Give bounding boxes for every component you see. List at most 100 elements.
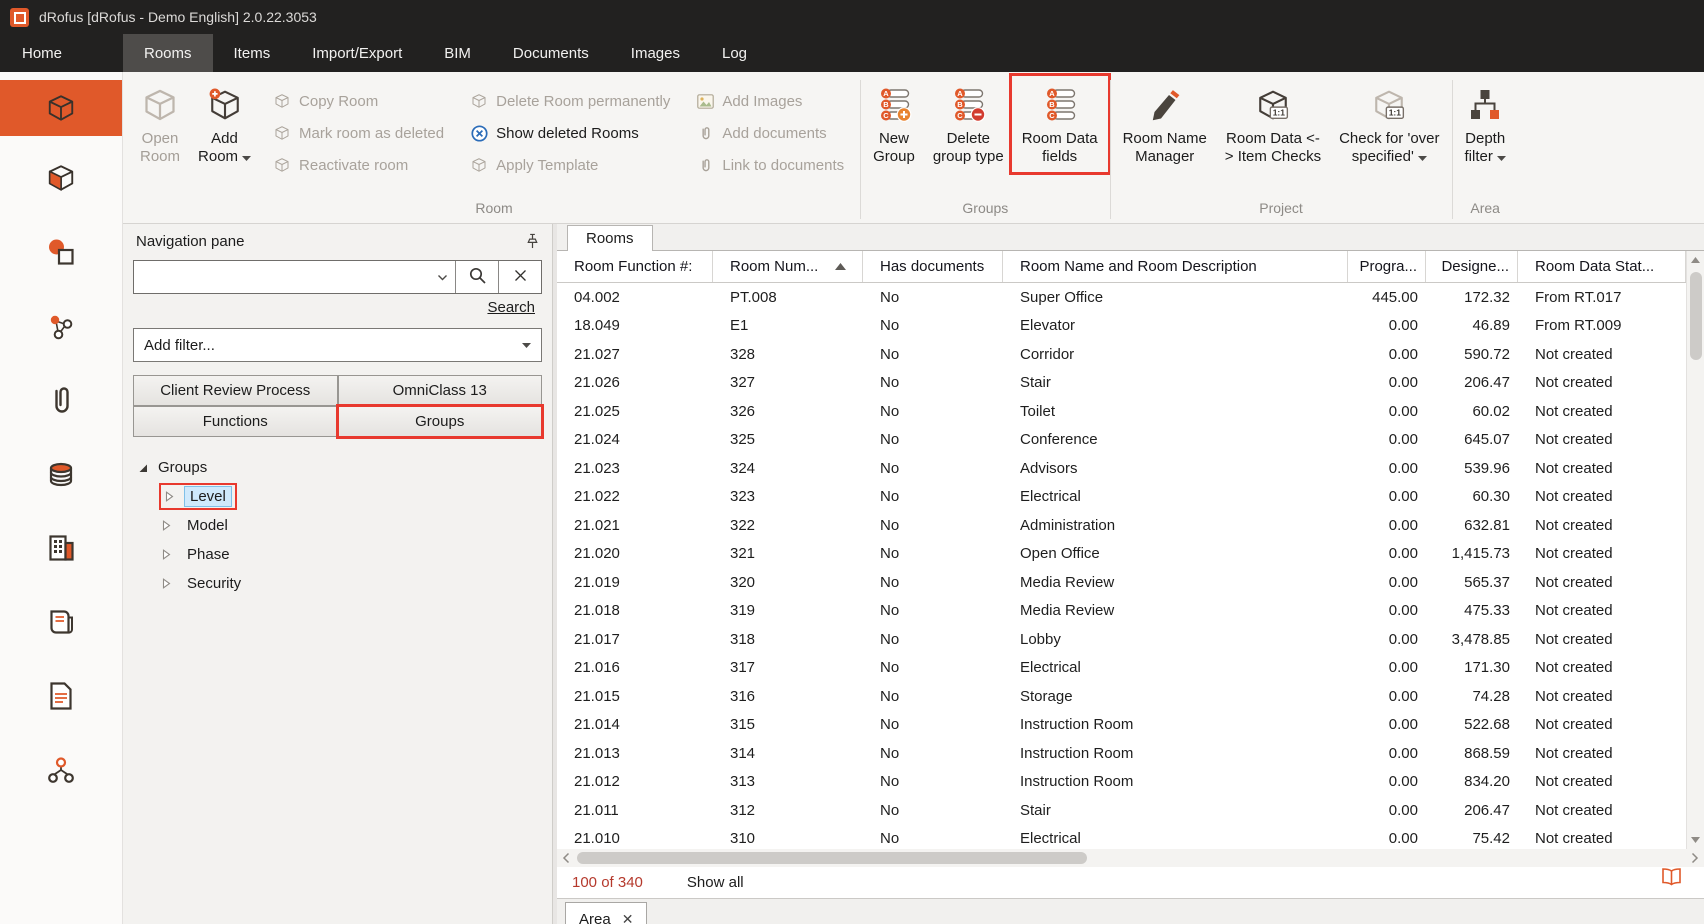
collapsed-arrow-icon[interactable] xyxy=(162,549,175,560)
search-input[interactable] xyxy=(134,261,429,293)
table-row[interactable]: 04.002PT.008NoSuper Office445.00172.32Fr… xyxy=(557,283,1686,312)
tree-item-model[interactable]: Model xyxy=(138,511,552,540)
expanded-arrow-icon[interactable] xyxy=(138,463,151,473)
menu-tab-documents[interactable]: Documents xyxy=(492,34,610,72)
nav-tab-client-review-process[interactable]: Client Review Process xyxy=(133,375,338,406)
search-history-chevron-icon[interactable] xyxy=(429,261,455,293)
table-row[interactable]: 21.012313NoInstruction Room0.00834.20Not… xyxy=(557,768,1686,797)
table-row[interactable]: 21.025326NoToilet0.0060.02Not created xyxy=(557,397,1686,426)
nav-tab-functions[interactable]: Functions xyxy=(133,406,338,437)
cell-programmed: 0.00 xyxy=(1348,369,1426,398)
sidebar-item-systems[interactable] xyxy=(0,294,122,358)
table-row[interactable]: 21.026327NoStair0.00206.47Not created xyxy=(557,369,1686,398)
table-row[interactable]: 18.049E1NoElevator0.0046.89From RT.009 xyxy=(557,312,1686,341)
ribbon-button-room-name-manager[interactable]: Room Name Manager xyxy=(1115,78,1215,170)
column-header-room-number[interactable]: Room Num... xyxy=(713,251,863,282)
horizontal-scrollbar[interactable] xyxy=(557,849,1704,867)
clear-search-button[interactable] xyxy=(498,261,541,293)
ribbon-button-new-group[interactable]: ABC New Group xyxy=(865,78,923,170)
table-row[interactable]: 21.024325NoConference0.00645.07Not creat… xyxy=(557,426,1686,455)
menu-tab-log[interactable]: Log xyxy=(701,34,768,72)
add-filter-dropdown[interactable]: Add filter... xyxy=(133,328,542,362)
search-link[interactable]: Search xyxy=(487,299,535,316)
table-row[interactable]: 21.011312NoStair0.00206.47Not created xyxy=(557,796,1686,825)
sidebar-item-relations[interactable] xyxy=(0,738,122,802)
ribbon-button-apply-template[interactable]: Apply Template xyxy=(470,154,670,176)
vertical-scroll-thumb[interactable] xyxy=(1690,272,1702,360)
ribbon-button-delete-room-permanently[interactable]: Delete Room permanently xyxy=(470,90,670,112)
menu-tab-images[interactable]: Images xyxy=(610,34,701,72)
table-row[interactable]: 21.017318NoLobby0.003,478.85Not created xyxy=(557,625,1686,654)
scroll-left-icon[interactable] xyxy=(557,849,575,867)
ribbon-button-open-room[interactable]: Open Room xyxy=(132,78,188,170)
sidebar-item-building[interactable] xyxy=(0,516,122,580)
table-row[interactable]: 21.010310NoElectrical0.0075.42Not create… xyxy=(557,825,1686,850)
vertical-scrollbar[interactable] xyxy=(1686,251,1704,849)
sidebar-item-rooms[interactable] xyxy=(0,80,122,136)
menu-home[interactable]: Home xyxy=(0,34,123,72)
scroll-up-icon[interactable] xyxy=(1687,251,1704,269)
scroll-right-icon[interactable] xyxy=(1686,849,1704,867)
horizontal-scroll-thumb[interactable] xyxy=(577,852,1087,864)
cell-programmed: 445.00 xyxy=(1348,283,1426,312)
search-button[interactable] xyxy=(455,261,498,293)
collapsed-arrow-icon[interactable] xyxy=(162,578,175,589)
bottom-tab-area[interactable]: Area ✕ xyxy=(565,902,647,924)
ribbon-button-link-to-documents[interactable]: Link to documents xyxy=(696,154,844,176)
column-header-room-function-number[interactable]: Room Function #: xyxy=(557,251,713,282)
tree-item-security[interactable]: Security xyxy=(138,569,552,598)
ribbon-group-label-area: Area xyxy=(1456,197,1515,221)
menu-tab-import-export[interactable]: Import/Export xyxy=(291,34,423,72)
tree-item-phase[interactable]: Phase xyxy=(138,540,552,569)
close-tab-icon[interactable]: ✕ xyxy=(622,911,634,924)
nav-tab-groups[interactable]: Groups xyxy=(338,406,543,437)
table-row[interactable]: 21.023324NoAdvisors0.00539.96Not created xyxy=(557,454,1686,483)
table-row[interactable]: 21.019320NoMedia Review0.00565.37Not cre… xyxy=(557,568,1686,597)
menu-tab-bim[interactable]: BIM xyxy=(423,34,492,72)
collapsed-arrow-icon[interactable] xyxy=(162,520,175,531)
table-row[interactable]: 21.015316NoStorage0.0074.28Not created xyxy=(557,682,1686,711)
table-row[interactable]: 21.018319NoMedia Review0.00475.33Not cre… xyxy=(557,597,1686,626)
sidebar-item-components[interactable] xyxy=(0,220,122,284)
ribbon-button-mark-room-as-deleted[interactable]: Mark room as deleted xyxy=(273,122,444,144)
ribbon-button-add-documents[interactable]: Add documents xyxy=(696,122,844,144)
column-header-room-name[interactable]: Room Name and Room Description xyxy=(1003,251,1348,282)
column-header-designed[interactable]: Designe... xyxy=(1426,251,1518,282)
sidebar-item-items[interactable] xyxy=(0,146,122,210)
doc-tab-rooms[interactable]: Rooms xyxy=(567,225,653,251)
table-row[interactable]: 21.027328NoCorridor0.00590.72Not created xyxy=(557,340,1686,369)
menu-tab-rooms[interactable]: Rooms xyxy=(123,34,213,72)
ribbon-button-copy-room[interactable]: Copy Room xyxy=(273,90,444,112)
nav-tab-omniclass-13[interactable]: OmniClass 13 xyxy=(338,375,543,406)
table-row[interactable]: 21.016317NoElectrical0.00171.30Not creat… xyxy=(557,654,1686,683)
tree-item-groups[interactable]: Groups xyxy=(138,453,552,482)
show-all-link[interactable]: Show all xyxy=(687,874,744,891)
collapsed-arrow-icon[interactable] xyxy=(165,491,178,502)
table-row[interactable]: 21.021322NoAdministration0.00632.81Not c… xyxy=(557,511,1686,540)
column-header-room-data-status[interactable]: Room Data Stat... xyxy=(1518,251,1686,282)
table-row[interactable]: 21.014315NoInstruction Room0.00522.68Not… xyxy=(557,711,1686,740)
ribbon-button-room-data-item-checks[interactable]: 1:1 Room Data <- > Item Checks xyxy=(1217,78,1329,170)
ribbon-button-add-room[interactable]: Add Room xyxy=(190,78,259,170)
ribbon-button-check-over-specified[interactable]: 1:1 Check for 'over specified' xyxy=(1331,78,1447,170)
scroll-down-icon[interactable] xyxy=(1687,831,1704,849)
ribbon-button-show-deleted-rooms[interactable]: Show deleted Rooms xyxy=(470,122,670,144)
column-header-has-documents[interactable]: Has documents xyxy=(863,251,1003,282)
ribbon-button-add-images[interactable]: Add Images xyxy=(696,90,844,112)
sidebar-item-finance[interactable] xyxy=(0,442,122,506)
column-header-programmed[interactable]: Progra... xyxy=(1348,251,1426,282)
sidebar-item-reports[interactable] xyxy=(0,664,122,728)
ribbon-button-delete-group-type[interactable]: ABC Delete group type xyxy=(925,78,1012,170)
table-row[interactable]: 21.022323NoElectrical0.0060.30Not create… xyxy=(557,483,1686,512)
ribbon-button-depth-filter[interactable]: Depth filter xyxy=(1457,78,1514,170)
tree-item-level[interactable]: Level xyxy=(138,482,552,511)
cell-room-name: Super Office xyxy=(1003,283,1348,312)
ribbon-button-room-data-fields[interactable]: ABC Room Data fields xyxy=(1014,78,1106,170)
menu-tab-items[interactable]: Items xyxy=(213,34,292,72)
sidebar-item-attachments[interactable] xyxy=(0,368,122,432)
pin-icon[interactable] xyxy=(525,233,540,249)
sidebar-item-catalog[interactable] xyxy=(0,590,122,654)
ribbon-button-reactivate-room[interactable]: Reactivate room xyxy=(273,154,444,176)
table-row[interactable]: 21.020321NoOpen Office0.001,415.73Not cr… xyxy=(557,540,1686,569)
table-row[interactable]: 21.013314NoInstruction Room0.00868.59Not… xyxy=(557,739,1686,768)
